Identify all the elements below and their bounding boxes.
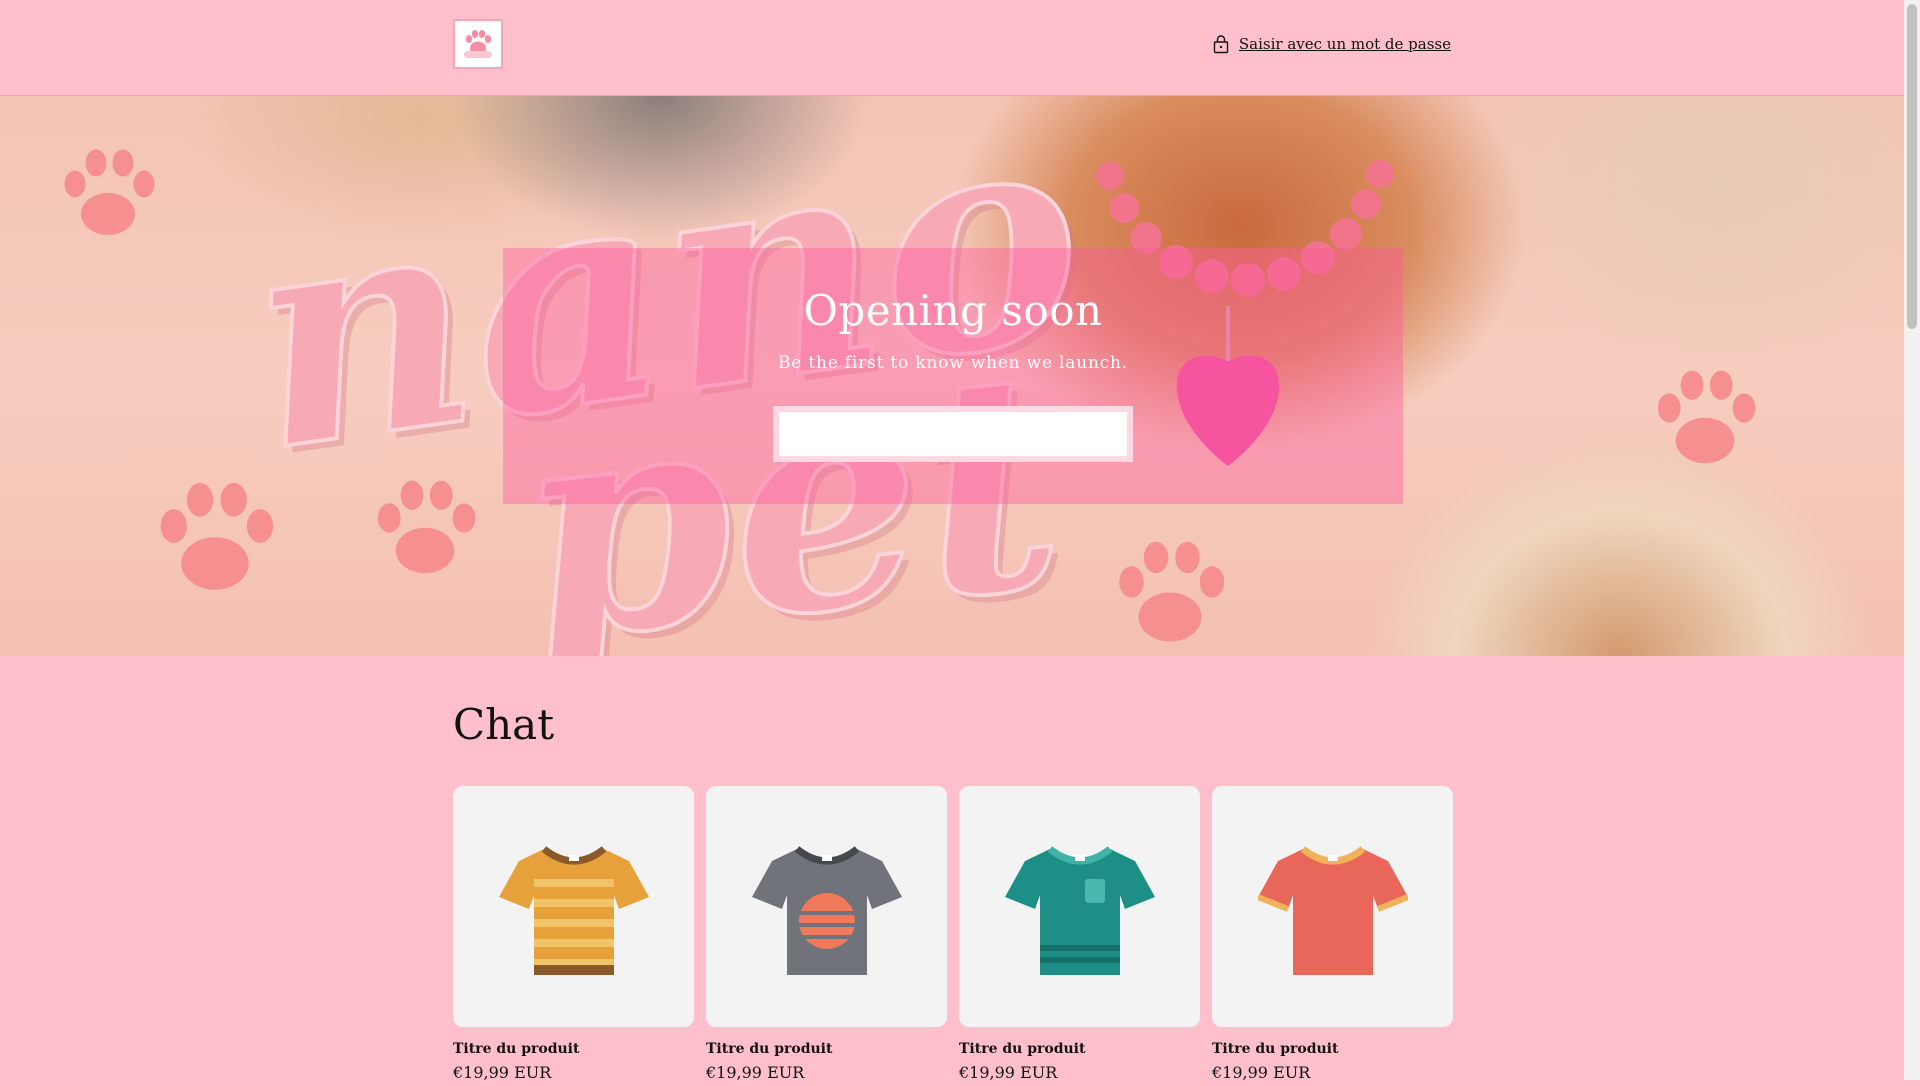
password-login-link[interactable]: Saisir avec un mot de passe [1213,32,1451,56]
hero-banner: nano pet Opening soon Be the first to kn… [0,96,1904,656]
product-grid: Titre du produit €19,99 EUR Titre du pro… [453,786,1453,1086]
product-title[interactable]: Titre du produit [706,1041,947,1057]
newsletter-box: Opening soon Be the first to know when w… [503,248,1403,504]
password-link-label: Saisir avec un mot de passe [1238,35,1451,53]
product-price: €19,99 EUR [706,1063,805,1082]
store-logo[interactable] [453,19,503,69]
page-scrollbar[interactable] [1904,0,1920,1080]
tshirt-teal-icon [1004,845,1155,975]
tshirt-coral-icon [1257,845,1408,975]
product-card[interactable]: Titre du produit €19,99 EUR [959,786,1200,1082]
hero-subtitle: Be the first to know when we launch. [778,353,1128,373]
tshirt-yellow-striped-icon [498,845,649,975]
tshirt-gray-icon [751,845,902,975]
product-price: €19,99 EUR [959,1063,1058,1082]
product-image[interactable] [706,786,947,1027]
paw-print-icon [160,482,274,590]
lock-icon [1213,35,1229,54]
hero-title: Opening soon [803,286,1103,335]
site-header: Saisir avec un mot de passe [0,0,1904,96]
product-title[interactable]: Titre du produit [1212,1041,1453,1057]
scrollbar-thumb[interactable] [1907,4,1917,329]
product-title[interactable]: Titre du produit [453,1041,694,1057]
product-card[interactable]: Titre du produit €19,99 EUR [706,786,947,1082]
paw-print-icon [1119,541,1225,642]
product-card[interactable]: Titre du produit €19,99 EUR [453,786,694,1082]
paw-print-icon [1657,370,1756,464]
product-image[interactable] [1212,786,1453,1027]
product-price: €19,99 EUR [1212,1063,1311,1082]
paw-print-icon [377,480,476,574]
paw-print-icon [64,149,155,235]
product-image[interactable] [959,786,1200,1027]
product-card[interactable]: Titre du produit €19,99 EUR [1212,786,1453,1082]
collection-title: Chat [453,700,555,749]
product-image[interactable] [453,786,694,1027]
email-input[interactable] [773,406,1133,462]
product-price: €19,99 EUR [453,1063,552,1082]
paw-logo-icon [464,30,492,58]
product-title[interactable]: Titre du produit [959,1041,1200,1057]
